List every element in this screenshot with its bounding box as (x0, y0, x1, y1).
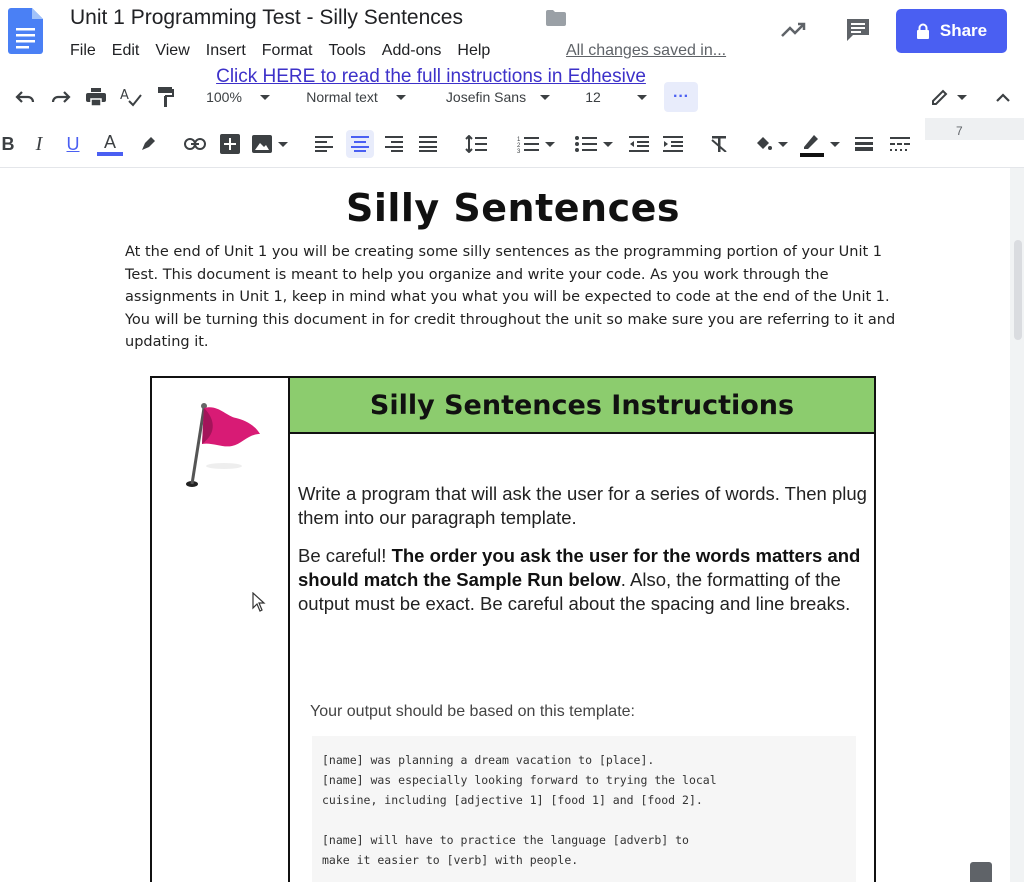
zoom-select[interactable]: 100% (200, 85, 276, 109)
numbered-list-button[interactable]: 123 (512, 132, 560, 156)
underline-icon[interactable]: U (62, 132, 84, 156)
menu-tools[interactable]: Tools (320, 40, 373, 62)
menu-bar: File Edit View Insert Format Tools Add-o… (62, 40, 498, 62)
intro-paragraph: At the end of Unit 1 you will be creatin… (125, 244, 896, 350)
save-status-link[interactable]: All changes saved in... (566, 42, 726, 60)
align-center-icon[interactable] (346, 130, 374, 158)
flag-icon (186, 403, 260, 487)
spellcheck-icon[interactable]: A (118, 85, 144, 109)
insert-comment-icon[interactable] (218, 132, 242, 156)
svg-text:A: A (120, 88, 129, 103)
chevron-down-icon (778, 141, 788, 147)
zoom-value: 100% (206, 89, 242, 105)
ruler[interactable] (925, 118, 1024, 140)
numbered-list-icon: 123 (517, 137, 539, 153)
mouse-cursor-icon (252, 592, 266, 612)
align-left-icon[interactable] (312, 132, 336, 156)
redo-icon[interactable] (48, 86, 74, 108)
instructions-text: Be careful! (298, 545, 392, 566)
text-color-icon[interactable]: A (96, 128, 124, 160)
edhesive-instructions-link[interactable]: Click HERE to read the full instructions… (205, 66, 657, 88)
link-icon[interactable] (182, 132, 208, 156)
paragraph-style-select[interactable]: Normal text (296, 85, 416, 109)
justify-icon[interactable] (416, 132, 440, 156)
chevron-down-icon (545, 141, 555, 147)
border-color-button[interactable] (798, 128, 842, 160)
activity-dashboard-icon[interactable] (780, 18, 808, 42)
chevron-down-icon (540, 94, 551, 100)
share-label: Share (939, 21, 988, 40)
scrollbar-thumb[interactable] (1014, 240, 1022, 340)
lock-icon (916, 23, 929, 39)
menu-addons[interactable]: Add-ons (374, 40, 450, 62)
instructions-paragraph-2: Be careful! The order you ask the user f… (298, 544, 868, 616)
comment-history-icon[interactable] (844, 16, 872, 44)
document-title[interactable]: Unit 1 Programming Test - Silly Sentence… (70, 6, 463, 30)
fill-color-button[interactable] (750, 130, 792, 158)
paint-format-icon[interactable] (154, 85, 178, 109)
image-insert-button[interactable] (250, 132, 290, 156)
docs-logo-icon[interactable] (8, 8, 44, 54)
image-icon (252, 135, 272, 153)
font-size-value: 12 (585, 89, 601, 105)
chevron-down-icon (636, 94, 647, 100)
menu-view[interactable]: View (147, 40, 197, 62)
line-spacing-icon[interactable] (462, 132, 490, 156)
edit-mode-icon (932, 89, 948, 105)
fill-color-icon (757, 137, 772, 150)
undo-icon[interactable] (12, 86, 38, 108)
svg-text:3: 3 (517, 149, 521, 153)
highlight-icon[interactable] (136, 132, 160, 156)
more-options-button[interactable]: ··· (664, 82, 698, 112)
print-icon[interactable] (84, 85, 108, 109)
decrease-indent-icon[interactable] (626, 132, 652, 156)
ruler-number: 7 (956, 124, 963, 138)
document-heading: Silly Sentences (345, 186, 681, 230)
chevron-down-icon (259, 94, 270, 100)
collapse-icon[interactable] (990, 85, 1016, 109)
menu-help[interactable]: Help (449, 40, 498, 62)
instructions-paragraph-1: Write a program that will ask the user f… (298, 483, 867, 528)
menu-insert[interactable]: Insert (198, 40, 254, 62)
chevron-down-icon (395, 94, 406, 100)
font-size-select[interactable]: 12 (578, 85, 654, 109)
instructions-body: Write a program that will ask the user f… (298, 482, 868, 630)
chevron-down-icon (957, 94, 967, 100)
border-dash-icon[interactable] (888, 132, 912, 156)
menu-edit[interactable]: Edit (104, 40, 148, 62)
table-left-cell (152, 378, 290, 882)
chevron-down-icon (603, 141, 613, 147)
paragraph-style-value: Normal text (306, 89, 378, 105)
template-code-block: [name] was planning a dream vacation to … (312, 736, 856, 882)
bulleted-list-icon (575, 136, 597, 152)
border-width-icon[interactable] (852, 132, 876, 156)
app-header: Unit 1 Programming Test - Silly Sentence… (0, 0, 1024, 72)
more-options-label: ··· (673, 88, 689, 105)
menu-file[interactable]: File (62, 40, 104, 62)
share-button[interactable]: Share (896, 9, 1007, 53)
chevron-down-icon (830, 141, 840, 147)
clear-formatting-icon[interactable] (706, 132, 732, 156)
editing-mode-button[interactable] (926, 85, 972, 109)
italic-icon[interactable]: I (28, 132, 50, 156)
bulleted-list-button[interactable] (570, 132, 618, 156)
template-label: Your output should be based on this temp… (310, 703, 635, 720)
font-family-select[interactable]: Josefin Sans (438, 85, 558, 109)
explore-icon[interactable] (970, 862, 992, 882)
menu-format[interactable]: Format (254, 40, 321, 62)
increase-indent-icon[interactable] (660, 132, 686, 156)
font-family-value: Josefin Sans (445, 89, 527, 105)
bold-icon[interactable]: B (0, 132, 16, 156)
folder-icon[interactable] (546, 10, 566, 26)
border-color-icon (800, 135, 824, 157)
align-right-icon[interactable] (382, 132, 406, 156)
instructions-heading: Silly Sentences Instructions (290, 378, 874, 434)
chevron-down-icon (278, 141, 288, 147)
